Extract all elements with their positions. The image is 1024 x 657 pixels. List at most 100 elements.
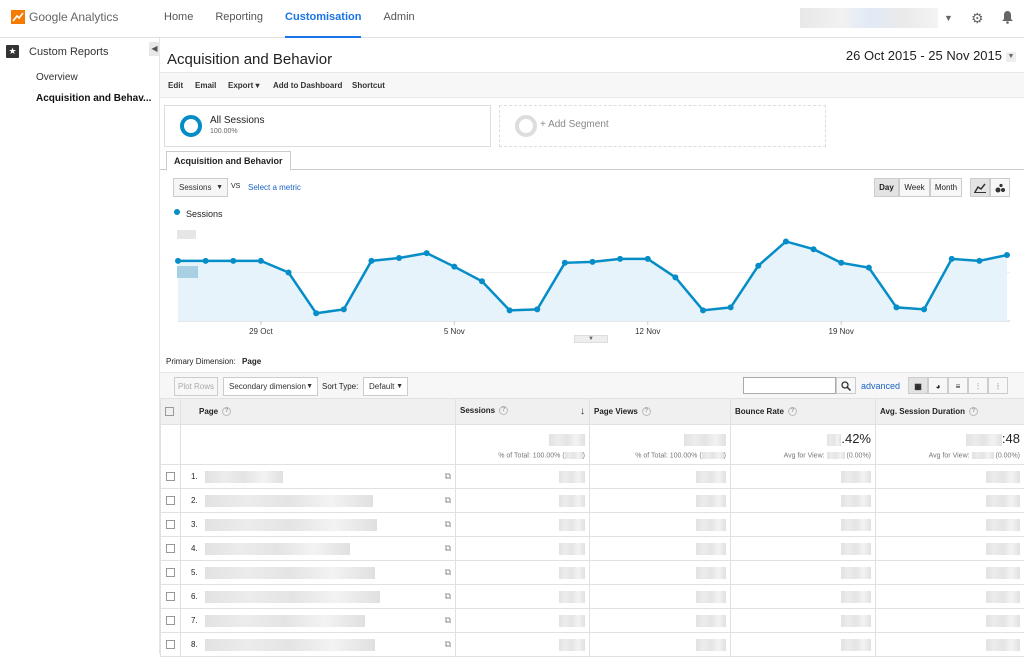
page-cell[interactable]: 3.⧉ — [181, 513, 456, 537]
page-path[interactable] — [205, 471, 283, 483]
data-point[interactable] — [286, 270, 292, 276]
data-point[interactable] — [645, 256, 651, 262]
data-point[interactable] — [921, 306, 927, 312]
page-path[interactable] — [205, 639, 375, 651]
tab-acquisition-behavior[interactable]: Acquisition and Behavior — [166, 151, 291, 171]
data-point[interactable] — [396, 255, 402, 261]
data-point[interactable] — [783, 238, 789, 244]
row-checkbox[interactable] — [166, 568, 175, 577]
page-path[interactable] — [205, 519, 377, 531]
table-search-input[interactable] — [743, 377, 836, 394]
motion-chart-icon[interactable] — [990, 178, 1010, 197]
sidebar-item-overview[interactable]: Overview — [36, 72, 78, 83]
data-point[interactable] — [700, 307, 706, 313]
row-select-cell[interactable] — [161, 609, 181, 633]
table-row[interactable]: 6.⧉ — [161, 585, 1024, 609]
edit-button[interactable]: Edit — [168, 81, 183, 90]
page-cell[interactable]: 5.⧉ — [181, 561, 456, 585]
col-bounce-rate[interactable]: Bounce Rate? — [731, 399, 876, 425]
data-point[interactable] — [976, 258, 982, 264]
page-cell[interactable]: 6.⧉ — [181, 585, 456, 609]
data-point[interactable] — [866, 265, 872, 271]
bell-icon[interactable] — [1001, 10, 1014, 27]
pie-view-icon[interactable]: ◕ — [928, 377, 948, 394]
nav-customisation[interactable]: Customisation — [285, 0, 361, 38]
export-button[interactable]: Export ▾ — [228, 81, 260, 90]
data-point[interactable] — [728, 304, 734, 310]
month-button[interactable]: Month — [930, 178, 962, 197]
account-selector[interactable] — [800, 8, 938, 28]
table-row[interactable]: 2.⧉ — [161, 489, 1024, 513]
plot-rows-button[interactable]: Plot Rows — [174, 377, 218, 396]
pivot-view-icon[interactable]: ⦙ — [988, 377, 1008, 394]
search-icon[interactable] — [836, 377, 856, 394]
week-button[interactable]: Week — [899, 178, 930, 197]
sort-desc-icon[interactable]: ↓ — [580, 406, 585, 417]
data-point[interactable] — [230, 258, 236, 264]
shortcut-button[interactable]: Shortcut — [352, 81, 385, 90]
page-cell[interactable]: 7.⧉ — [181, 609, 456, 633]
row-select-cell[interactable] — [161, 585, 181, 609]
page-path[interactable] — [205, 495, 373, 507]
account-dropdown-icon[interactable]: ▼ — [944, 13, 953, 23]
row-select-cell[interactable] — [161, 561, 181, 585]
comparison-view-icon[interactable]: ⫶ — [968, 377, 988, 394]
row-checkbox[interactable] — [166, 496, 175, 505]
line-chart-icon[interactable] — [970, 178, 990, 197]
external-link-icon[interactable]: ⧉ — [445, 615, 451, 626]
col-page[interactable]: Page? — [181, 399, 456, 425]
table-row[interactable]: 5.⧉ — [161, 561, 1024, 585]
data-point[interactable] — [672, 274, 678, 280]
col-duration[interactable]: Avg. Session Duration? — [876, 399, 1024, 425]
row-checkbox[interactable] — [166, 520, 175, 529]
data-point[interactable] — [534, 306, 540, 312]
data-point[interactable] — [893, 304, 899, 310]
data-point[interactable] — [562, 260, 568, 266]
select-all-checkbox[interactable] — [165, 407, 174, 416]
data-point[interactable] — [451, 264, 457, 270]
data-point[interactable] — [313, 310, 319, 316]
row-select-cell[interactable] — [161, 537, 181, 561]
metric-select[interactable]: Sessions▼ — [173, 178, 228, 197]
col-sessions[interactable]: Sessions?↓ — [456, 399, 590, 425]
data-point[interactable] — [755, 263, 761, 269]
sidebar-header[interactable]: ★ Custom Reports — [6, 45, 108, 58]
data-point[interactable] — [368, 258, 374, 264]
app-logo[interactable]: Google Analytics — [11, 10, 118, 24]
secondary-dimension-select[interactable]: Secondary dimension▼ — [223, 377, 318, 396]
primary-dimension-value[interactable]: Page — [242, 357, 261, 366]
nav-admin[interactable]: Admin — [383, 0, 414, 38]
page-cell[interactable]: 4.⧉ — [181, 537, 456, 561]
row-checkbox[interactable] — [166, 472, 175, 481]
email-button[interactable]: Email — [195, 81, 216, 90]
help-icon[interactable]: ? — [642, 407, 651, 416]
page-path[interactable] — [205, 615, 365, 627]
data-point[interactable] — [341, 306, 347, 312]
row-select-cell[interactable] — [161, 465, 181, 489]
row-checkbox[interactable] — [166, 592, 175, 601]
date-dropdown-icon[interactable]: ▼ — [1006, 52, 1016, 62]
row-checkbox[interactable] — [166, 640, 175, 649]
table-row[interactable]: 7.⧉ — [161, 609, 1024, 633]
external-link-icon[interactable]: ⧉ — [445, 639, 451, 650]
help-icon[interactable]: ? — [788, 407, 797, 416]
page-path[interactable] — [205, 543, 350, 555]
external-link-icon[interactable]: ⧉ — [445, 543, 451, 554]
row-select-cell[interactable] — [161, 633, 181, 657]
sort-type-select[interactable]: Default▼ — [363, 377, 408, 396]
day-button[interactable]: Day — [874, 178, 899, 197]
data-point[interactable] — [590, 259, 596, 265]
sidebar-item-acquisition[interactable]: Acquisition and Behav... — [36, 93, 151, 104]
row-checkbox[interactable] — [166, 544, 175, 553]
table-row[interactable]: 4.⧉ — [161, 537, 1024, 561]
table-row[interactable]: 3.⧉ — [161, 513, 1024, 537]
row-select-cell[interactable] — [161, 513, 181, 537]
table-row[interactable]: 8.⧉ — [161, 633, 1024, 657]
data-point[interactable] — [617, 256, 623, 262]
col-pageviews[interactable]: Page Views? — [590, 399, 731, 425]
page-cell[interactable]: 8.⧉ — [181, 633, 456, 657]
external-link-icon[interactable]: ⧉ — [445, 519, 451, 530]
select-all-cell[interactable] — [161, 399, 181, 425]
data-view-icon[interactable]: ▦ — [908, 377, 928, 394]
page-path[interactable] — [205, 591, 380, 603]
